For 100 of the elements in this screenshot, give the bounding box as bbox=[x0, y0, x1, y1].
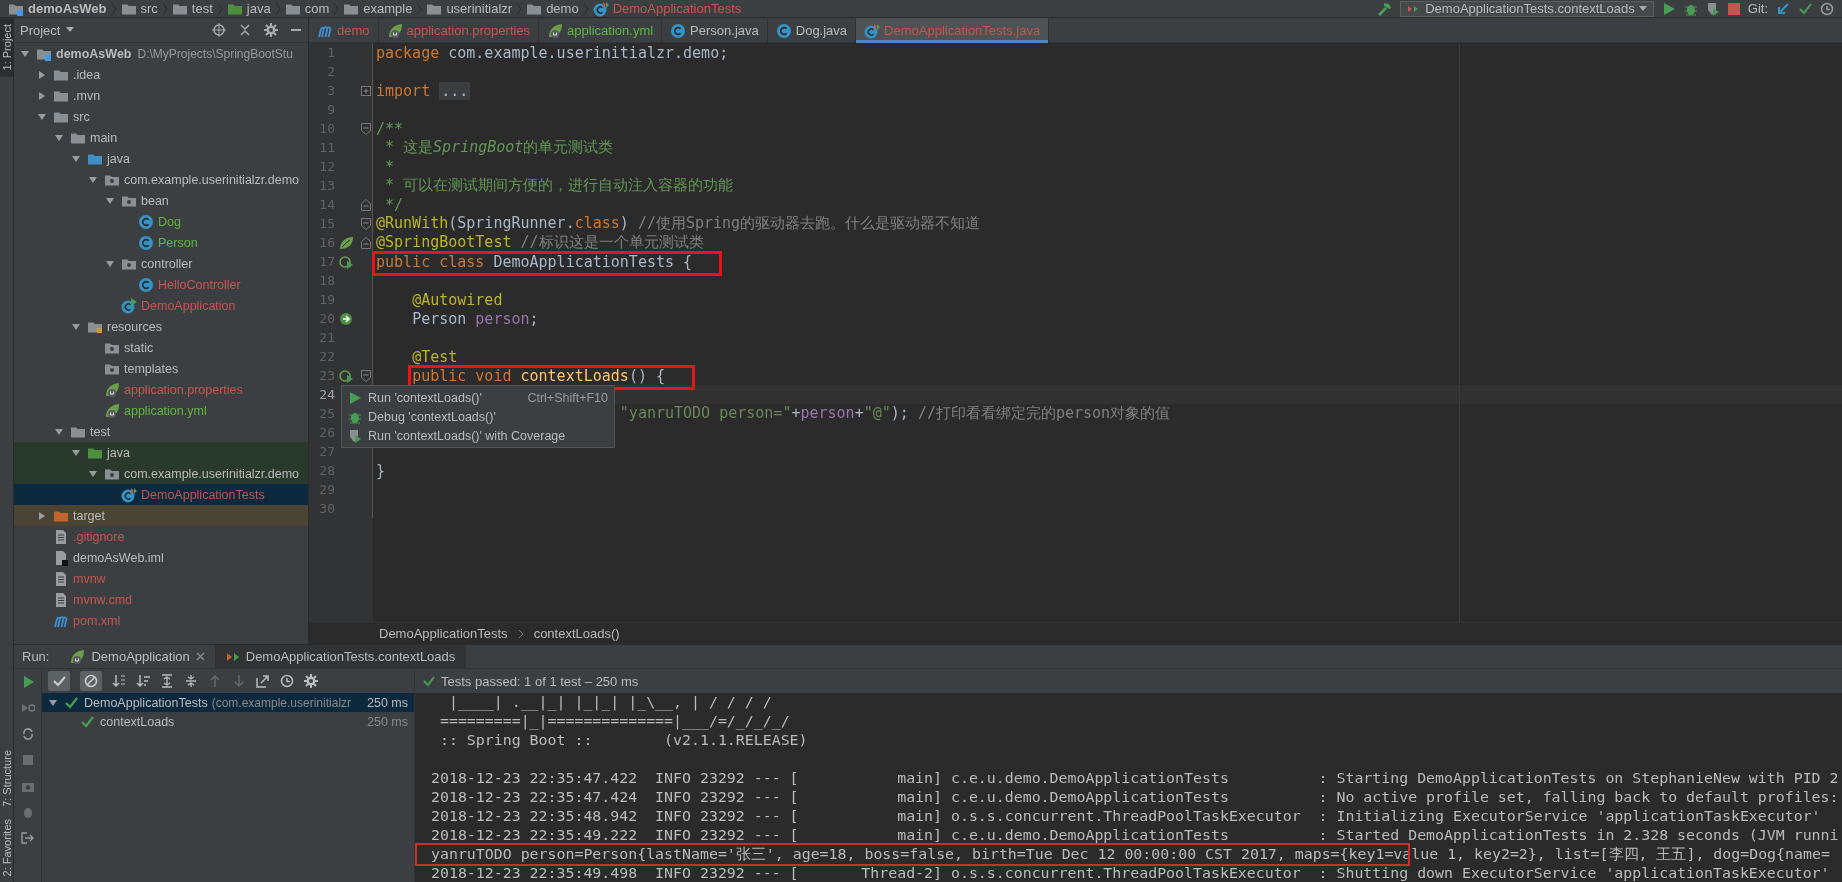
breadcrumb[interactable]: DemoApplicationTests bbox=[379, 626, 508, 641]
exit-icon[interactable] bbox=[20, 831, 35, 845]
fold-icon[interactable] bbox=[361, 197, 371, 212]
expand-arrow-icon[interactable] bbox=[54, 426, 64, 437]
tree-item[interactable]: resources bbox=[14, 316, 308, 337]
tree-item[interactable]: java bbox=[14, 442, 308, 463]
breadcrumb[interactable]: example bbox=[339, 0, 417, 17]
run-icon[interactable] bbox=[339, 368, 353, 383]
test-tree-row[interactable]: contextLoads 250 ms bbox=[42, 712, 414, 731]
expand-arrow-icon[interactable] bbox=[37, 111, 47, 122]
tree-item[interactable]: Person bbox=[14, 232, 308, 253]
rerun-failed-icon[interactable] bbox=[20, 701, 35, 715]
menu-item[interactable]: Run 'contextLoads()' with Coverage bbox=[342, 426, 614, 445]
show-ignored-toggle[interactable] bbox=[80, 671, 102, 691]
history-icon[interactable] bbox=[1820, 1, 1834, 16]
check-icon[interactable] bbox=[1798, 1, 1812, 16]
tool-window-button[interactable]: 2: Favorites bbox=[0, 812, 13, 882]
expand-arrow-icon[interactable] bbox=[48, 697, 58, 708]
expand-arrow-icon[interactable] bbox=[20, 48, 30, 59]
tree-item[interactable]: controller bbox=[14, 253, 308, 274]
fold-icon[interactable] bbox=[361, 121, 371, 136]
breadcrumb[interactable]: src bbox=[116, 0, 162, 17]
history-icon[interactable] bbox=[280, 674, 294, 688]
leaf-icon[interactable] bbox=[339, 235, 353, 250]
tree-item[interactable]: Dog bbox=[14, 211, 308, 232]
expand-all-icon[interactable] bbox=[160, 674, 174, 688]
menu-item[interactable]: Run 'contextLoads()' Ctrl+Shift+F10 bbox=[342, 388, 614, 407]
breadcrumb[interactable]: userinitialzr bbox=[422, 0, 517, 17]
tree-item[interactable]: static bbox=[14, 337, 308, 358]
sort-alpha-icon[interactable] bbox=[112, 674, 126, 688]
expand-arrow-icon[interactable] bbox=[88, 174, 98, 185]
tree-item[interactable]: demoAsWeb.iml bbox=[14, 547, 308, 568]
settings-icon[interactable] bbox=[264, 23, 278, 37]
fold-icon[interactable] bbox=[361, 368, 371, 383]
expand-arrow-icon[interactable] bbox=[71, 153, 81, 164]
class-icon bbox=[138, 213, 154, 230]
breadcrumb[interactable]: test bbox=[167, 0, 217, 17]
breadcrumb[interactable]: java bbox=[222, 0, 275, 17]
breadcrumb[interactable]: com bbox=[280, 0, 334, 17]
test-tree-row[interactable]: DemoApplicationTests (com.example.userinitialzr 250 ms bbox=[42, 693, 414, 712]
tree-item[interactable]: main bbox=[14, 127, 308, 148]
expand-arrow-icon[interactable] bbox=[71, 321, 81, 332]
tree-item[interactable]: target bbox=[14, 505, 308, 526]
tree-item[interactable]: test bbox=[14, 421, 308, 442]
panel-title-dropdown[interactable]: Project bbox=[20, 22, 75, 38]
tree-item[interactable]: java bbox=[14, 148, 308, 169]
expand-arrow-icon[interactable] bbox=[54, 132, 64, 143]
tree-item[interactable]: DemoApplicationTests bbox=[14, 484, 308, 505]
expand-arrow-icon[interactable] bbox=[105, 258, 115, 269]
tree-item[interactable]: com.example.userinitialzr.demo bbox=[14, 169, 308, 190]
tool-window-button[interactable]: 1: Project bbox=[0, 18, 13, 77]
close-icon[interactable] bbox=[195, 652, 205, 661]
test-name: DemoApplicationTests bbox=[84, 695, 208, 710]
breadcrumb[interactable]: demoAsWeb bbox=[4, 0, 111, 17]
fold-icon[interactable] bbox=[361, 83, 371, 98]
stop-icon[interactable] bbox=[1727, 2, 1740, 15]
collapse-all-icon[interactable] bbox=[184, 674, 198, 688]
console-line: 2018-12-23 22:35:47.422 INFO 23292 --- [ main] c.e.u.demo.DemoApplicationTests : Starting DemoApplicationTests on StephanieNew with PID 2 bbox=[431, 769, 1839, 787]
check-icon bbox=[52, 674, 66, 688]
expand-arrow-icon[interactable] bbox=[37, 510, 47, 521]
fold-icon[interactable] bbox=[361, 216, 371, 231]
breadcrumb[interactable]: demo bbox=[522, 0, 583, 17]
settings-icon[interactable] bbox=[304, 674, 318, 688]
tree-item[interactable]: application.yml bbox=[14, 400, 308, 421]
sort-duration-icon[interactable] bbox=[136, 674, 150, 688]
locate-icon[interactable] bbox=[212, 23, 226, 37]
show-passed-toggle[interactable] bbox=[48, 671, 70, 691]
arrow-circle-icon[interactable] bbox=[339, 311, 353, 326]
run-tab[interactable]: DemoApplicationTests.contextLoads bbox=[215, 645, 467, 669]
tree-item[interactable]: .idea bbox=[14, 64, 308, 85]
expand-arrow-icon[interactable] bbox=[88, 468, 98, 479]
run-icon[interactable] bbox=[339, 254, 353, 269]
tree-item[interactable]: src bbox=[14, 106, 308, 127]
tool-window-button[interactable]: 7: Structure bbox=[0, 743, 13, 813]
expand-arrow-icon[interactable] bbox=[71, 447, 81, 458]
expand-arrow-icon[interactable] bbox=[37, 69, 47, 80]
collapse-icon[interactable] bbox=[238, 23, 252, 37]
menu-item[interactable]: Debug 'contextLoads()' bbox=[342, 407, 614, 426]
test-class-icon bbox=[864, 22, 881, 39]
line-number: 24 bbox=[318, 387, 335, 402]
console-line: =========|_|==============|___/=/_/_/_/ bbox=[438, 712, 790, 730]
run-icon[interactable] bbox=[1661, 1, 1676, 16]
toggle-auto-test-icon[interactable] bbox=[20, 727, 35, 741]
tree-item[interactable]: com.example.userinitialzr.demo bbox=[14, 463, 308, 484]
tree-item[interactable]: .mvn bbox=[14, 85, 308, 106]
expand-arrow-icon[interactable] bbox=[37, 90, 47, 101]
run-tab[interactable]: DemoApplication bbox=[59, 645, 216, 669]
coverage-icon[interactable] bbox=[1705, 1, 1720, 16]
export-icon[interactable] bbox=[256, 674, 270, 688]
breadcrumb[interactable]: contextLoads() bbox=[533, 626, 620, 641]
build-icon[interactable] bbox=[1376, 0, 1393, 17]
update-icon[interactable] bbox=[1776, 1, 1790, 16]
stop-icon[interactable] bbox=[20, 753, 35, 767]
run-config-dropdown[interactable]: DemoApplicationTests.contextLoads bbox=[1400, 0, 1654, 17]
fold-icon[interactable] bbox=[361, 235, 371, 250]
tree-item[interactable]: bean bbox=[14, 190, 308, 211]
tree-item[interactable]: templates bbox=[14, 358, 308, 379]
tree-item[interactable]: demoAsWeb D:\MyProjects\SpringBootStu bbox=[14, 43, 308, 64]
expand-arrow-icon[interactable] bbox=[105, 195, 115, 206]
caret-icon bbox=[1638, 5, 1647, 12]
